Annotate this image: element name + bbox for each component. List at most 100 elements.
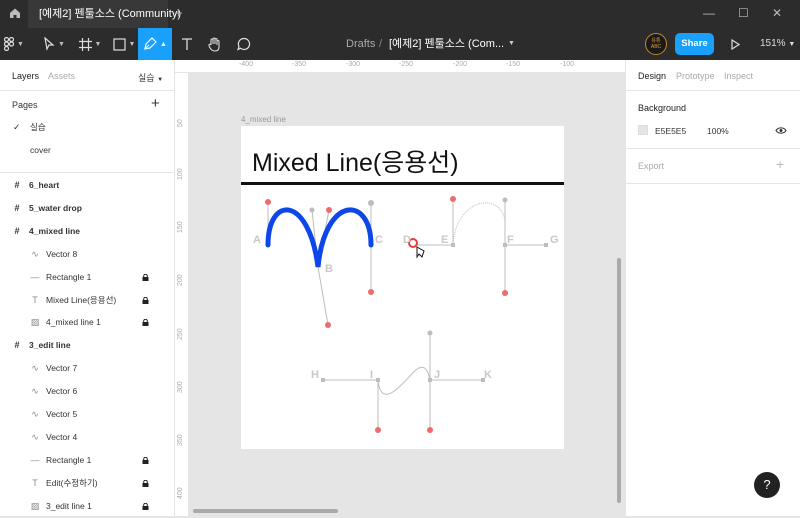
layer-row[interactable]: ▨ 3_edit line 1 <box>0 495 174 518</box>
toolbar: ▼ ▼ ▼ ▼ ▲ Drafts / [예제2] 펜툴소스 (Com... ▼ … <box>0 28 800 60</box>
eye-icon[interactable] <box>775 126 787 135</box>
present-button[interactable] <box>727 28 743 60</box>
tab-inspect[interactable]: Inspect <box>724 71 753 81</box>
layer-frame-row[interactable]: #6_heart <box>0 174 174 197</box>
home-icon[interactable] <box>8 6 22 20</box>
layer-frame-row[interactable]: #4_mixed line <box>0 220 174 243</box>
tab-layers[interactable]: Layers <box>12 71 39 81</box>
chevron-down-icon: ▼ <box>788 41 796 48</box>
breadcrumb-drafts[interactable]: Drafts <box>346 28 375 60</box>
background-opacity-input[interactable]: 100% <box>707 126 729 136</box>
layer-label: Vector 4 <box>46 431 78 442</box>
layer-row[interactable]: T Edit(수정하기) <box>0 472 174 495</box>
comment-icon <box>237 37 251 51</box>
divider <box>626 90 800 91</box>
layer-row[interactable]: ∿ Vector 5 <box>0 403 174 426</box>
path-drawing-area[interactable]: A B C D E F G H I J K <box>241 185 564 449</box>
ruler-tick-label: -250 <box>399 61 414 68</box>
page-item-label: cover <box>30 145 51 155</box>
share-button[interactable]: Share <box>675 33 714 55</box>
help-button[interactable]: ? <box>754 472 780 498</box>
layer-row[interactable]: — Rectangle 1 <box>0 266 174 289</box>
hand-tool[interactable] <box>203 28 227 60</box>
point-label-d: D <box>403 234 411 246</box>
ruler-tick-label: 200 <box>177 274 184 286</box>
comment-tool[interactable] <box>232 28 256 60</box>
layer-row[interactable]: ∿ Vector 4 <box>0 426 174 449</box>
main-menu-button[interactable]: ▼ <box>0 28 28 60</box>
layer-row[interactable]: T Mixed Line(응용선) <box>0 289 174 312</box>
play-icon <box>730 38 740 50</box>
lock-icon[interactable] <box>142 502 149 510</box>
pen-tool[interactable]: ▲ <box>138 28 172 60</box>
pen-cursor-icon <box>408 238 425 259</box>
frame-label[interactable]: 4_mixed line <box>241 115 286 124</box>
page-selector-label: 실습 <box>138 73 155 83</box>
ruler-tick-label: -400 <box>239 61 254 68</box>
tab-assets[interactable]: Assets <box>48 71 75 81</box>
avatar[interactable]: 유튜 ABC <box>645 33 667 55</box>
move-tool[interactable]: ▼ <box>38 28 70 60</box>
zoom-dropdown[interactable]: 151% ▼ <box>760 28 795 60</box>
image-icon: ▨ <box>30 500 40 511</box>
layer-row[interactable]: ∿ Vector 8 <box>0 243 174 266</box>
layer-label: Rectangle 1 <box>46 454 92 465</box>
chevron-down-icon[interactable]: ▼ <box>508 28 515 60</box>
point-label-a: A <box>253 234 261 246</box>
ruler-tick-label: -300 <box>346 61 361 68</box>
lock-icon[interactable] <box>142 479 149 487</box>
layer-label: Vector 6 <box>46 386 78 397</box>
right-panel: Design Prototype Inspect Background E5E5… <box>625 60 800 516</box>
point-label-h: H <box>311 369 319 381</box>
lock-icon[interactable] <box>142 296 149 304</box>
layer-row[interactable]: ∿ Vector 6 <box>0 380 174 403</box>
horizontal-scrollbar[interactable] <box>193 509 338 513</box>
text-icon: T <box>32 294 38 305</box>
lock-icon[interactable] <box>142 456 149 464</box>
minimize-button[interactable]: — <box>703 7 715 19</box>
layer-row[interactable]: — Rectangle 1 <box>0 449 174 472</box>
handle-dots-hijk <box>321 330 485 433</box>
maximize-button[interactable]: ☐ <box>738 7 749 19</box>
point-label-c: C <box>375 234 383 246</box>
tab-prototype[interactable]: Prototype <box>676 71 715 81</box>
layer-frame-row[interactable]: #3_edit line <box>0 334 174 357</box>
vertical-scrollbar[interactable] <box>617 258 621 503</box>
left-panel: Layers Assets 실습 ▼ Pages + ✓ 실습 cover #6… <box>0 60 175 516</box>
frame-tool[interactable]: ▼ <box>74 28 106 60</box>
background-title: Background <box>638 103 687 113</box>
file-tab[interactable]: [예제2] 펜툴소스 (Community) <box>28 0 181 28</box>
layer-label: 6_heart <box>29 180 60 190</box>
background-color-swatch[interactable] <box>638 125 648 135</box>
chevron-down-icon: ▼ <box>94 40 102 48</box>
text-tool[interactable] <box>176 28 198 60</box>
lock-icon[interactable] <box>142 319 149 327</box>
page-item[interactable]: cover <box>0 139 174 162</box>
ruler-tick-label: 250 <box>177 328 184 340</box>
breadcrumb-separator: / <box>379 38 383 50</box>
frame-icon <box>78 37 92 51</box>
layer-row[interactable]: ▨ 4_mixed line 1 <box>0 311 174 334</box>
new-tab-button[interactable]: + <box>174 6 183 21</box>
divider <box>0 172 175 173</box>
chevron-up-icon: ▲ <box>160 40 167 48</box>
page-item[interactable]: ✓ 실습 <box>0 116 174 139</box>
layer-row[interactable]: ∿ Vector 7 <box>0 357 174 380</box>
background-hex-input[interactable]: E5E5E5 <box>655 126 686 136</box>
add-export-button[interactable]: + <box>776 157 784 171</box>
file-name[interactable]: [예제2] 펜툴소스 (Com... <box>389 28 504 60</box>
layer-label: 3_edit line 1 <box>46 500 92 511</box>
close-button[interactable]: ✕ <box>772 7 782 19</box>
rectangle-icon <box>112 37 126 51</box>
layer-frame-row[interactable]: #5_water drop <box>0 197 174 220</box>
page-selector[interactable]: 실습 ▼ <box>138 71 163 84</box>
frame-title-text[interactable]: Mixed Line(응용선) <box>252 143 459 179</box>
shape-tool[interactable]: ▼ <box>108 28 140 60</box>
lock-icon[interactable] <box>142 273 149 281</box>
add-page-button[interactable]: + <box>151 96 160 111</box>
tab-design[interactable]: Design <box>638 71 666 81</box>
frame-icon: # <box>14 180 20 190</box>
page-item-label: 실습 <box>30 122 46 132</box>
pages-title: Pages <box>12 100 38 110</box>
blue-vector-path <box>265 207 374 268</box>
